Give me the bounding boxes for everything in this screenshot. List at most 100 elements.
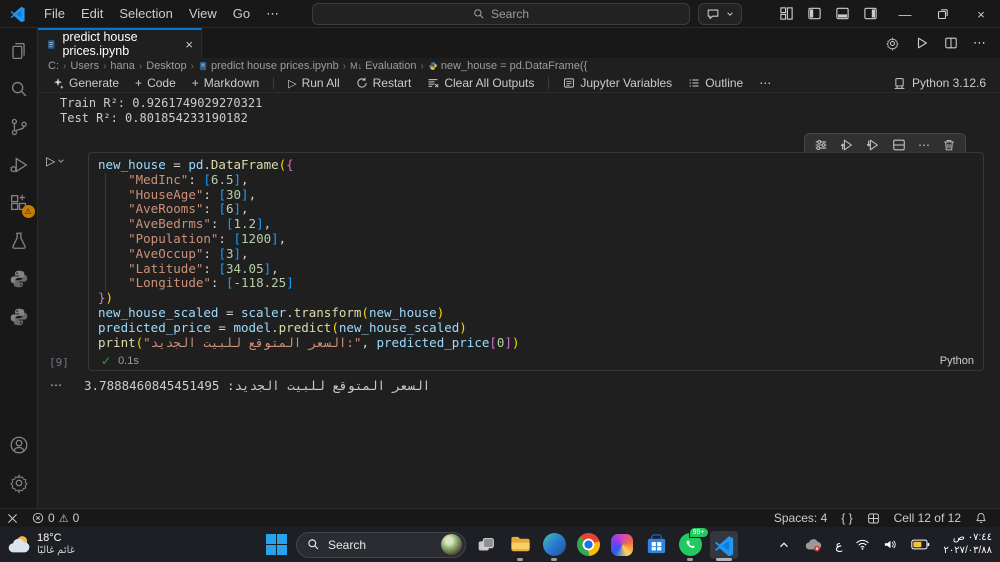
testing-icon[interactable]: [0, 222, 38, 260]
menu-more[interactable]: ⋯: [258, 3, 287, 25]
code-line[interactable]: "HouseAge": [30],: [98, 188, 983, 203]
cell-more-actions-icon[interactable]: ⋯: [918, 140, 930, 150]
cell-options-icon[interactable]: [814, 138, 828, 152]
output-options-icon[interactable]: ⋯: [50, 378, 62, 392]
menu-view[interactable]: View: [181, 3, 225, 24]
code-line[interactable]: "MedInc": [6.5],: [98, 173, 983, 188]
language-braces-indicator[interactable]: { }: [834, 509, 859, 527]
run-editor-icon[interactable]: [915, 36, 929, 50]
python-extension-icon[interactable]: [0, 260, 38, 298]
code-line[interactable]: "AveBedrms": [1.2],: [98, 217, 983, 232]
minimize-button[interactable]: —: [886, 0, 924, 28]
add-code-button[interactable]: + Code: [129, 74, 182, 92]
menu-go[interactable]: Go: [225, 3, 258, 24]
run-debug-icon[interactable]: [0, 146, 38, 184]
volume-icon[interactable]: [883, 538, 898, 551]
problems-indicator[interactable]: 0 ⚠ 0: [25, 509, 86, 527]
crumb-drive[interactable]: C:: [48, 60, 59, 72]
crumb-hana[interactable]: hana: [110, 60, 134, 72]
taskbar-search[interactable]: Search: [296, 532, 466, 558]
menu-selection[interactable]: Selection: [111, 3, 180, 24]
code-line[interactable]: new_house = pd.DataFrame({: [98, 158, 983, 173]
input-language-indicator[interactable]: ع: [835, 538, 842, 552]
outline-button[interactable]: Outline: [682, 74, 749, 92]
editor-more-actions-icon[interactable]: ⋯: [973, 35, 986, 51]
code-line[interactable]: predicted_price = model.predict(new_hous…: [98, 321, 983, 336]
close-button[interactable]: ×: [962, 0, 1000, 28]
weather-cloud-sun-icon: [6, 532, 32, 558]
copilot-button[interactable]: [698, 3, 742, 25]
tab-predict-house-prices[interactable]: predict house prices.ipynb ×: [38, 28, 202, 58]
task-view-button[interactable]: [472, 531, 500, 559]
run-cell-button[interactable]: ▷: [46, 154, 65, 168]
file-explorer-button[interactable]: [506, 531, 534, 559]
python-environments-icon[interactable]: [0, 298, 38, 336]
toggle-secondary-sidebar-icon[interactable]: [863, 6, 878, 21]
source-control-icon[interactable]: [0, 108, 38, 146]
kernel-picker[interactable]: Python 3.12.6: [893, 76, 1000, 90]
notebook-settings-icon[interactable]: [885, 36, 900, 51]
code-line[interactable]: "Longitude": [-118.25]: [98, 276, 983, 291]
code-cell[interactable]: new_house = pd.DataFrame({ "MedInc": [6.…: [88, 152, 984, 371]
tray-clock[interactable]: ٠٧:٤٤ ص ٢٠٢٧/٠٣/٨٨: [943, 532, 992, 557]
customize-layout-icon[interactable]: [779, 6, 794, 21]
toolbar-more-button[interactable]: ⋯: [753, 74, 777, 92]
indentation-indicator[interactable]: Spaces: 4: [767, 509, 834, 527]
cell-language-picker[interactable]: Python: [940, 355, 974, 367]
whatsapp-button[interactable]: 99+: [676, 531, 704, 559]
notebook-layout-button[interactable]: [860, 509, 887, 527]
notifications-button[interactable]: [968, 509, 994, 527]
onedrive-tray-icon[interactable]: [804, 537, 822, 553]
code-line[interactable]: }): [98, 291, 983, 306]
split-editor-icon[interactable]: [944, 36, 958, 50]
search-sidebar-icon[interactable]: [0, 70, 38, 108]
crumb-evaluation[interactable]: Evaluation: [365, 60, 416, 72]
add-markdown-button[interactable]: + Markdown: [186, 74, 265, 92]
tray-chevron-up-icon[interactable]: [777, 538, 791, 552]
cell-position-indicator[interactable]: Cell 12 of 12: [887, 509, 968, 527]
menu-file[interactable]: File: [36, 3, 73, 24]
remote-indicator[interactable]: [0, 509, 25, 527]
crumb-cell-code[interactable]: new_house = pd.DataFrame({: [441, 60, 587, 72]
run-above-icon[interactable]: [840, 138, 854, 152]
start-button[interactable]: [262, 531, 290, 559]
bell-icon: [975, 512, 987, 524]
weather-widget[interactable]: 18°C غائم غالبًا: [6, 529, 75, 560]
run-options-chevron-icon[interactable]: [57, 157, 65, 165]
extensions-icon[interactable]: ⚠: [0, 184, 38, 222]
tab-close-icon[interactable]: ×: [185, 37, 193, 52]
command-center-search[interactable]: Search: [312, 3, 690, 25]
clear-all-outputs-button[interactable]: Clear All Outputs: [421, 74, 540, 92]
vscode-taskbar-button[interactable]: [710, 531, 738, 559]
accounts-icon[interactable]: [0, 426, 38, 464]
generate-button[interactable]: Generate: [46, 74, 125, 92]
toggle-panel-icon[interactable]: [835, 6, 850, 21]
code-line[interactable]: "AveOccup": [3],: [98, 247, 983, 262]
split-cell-icon[interactable]: [892, 138, 906, 152]
restore-button[interactable]: [924, 0, 962, 28]
battery-icon[interactable]: [911, 538, 930, 551]
explorer-icon[interactable]: [0, 32, 38, 70]
code-line[interactable]: "Population": [1200],: [98, 232, 983, 247]
menu-edit[interactable]: Edit: [73, 3, 111, 24]
crumb-users[interactable]: Users: [70, 60, 99, 72]
code-area[interactable]: new_house = pd.DataFrame({ "MedInc": [6.…: [98, 158, 983, 350]
crumb-desktop[interactable]: Desktop: [146, 60, 186, 72]
restart-button[interactable]: Restart: [350, 74, 418, 92]
chrome-button[interactable]: [574, 531, 602, 559]
copilot-button-taskbar[interactable]: [608, 531, 636, 559]
code-line[interactable]: new_house_scaled = scaler.transform(new_…: [98, 306, 983, 321]
delete-cell-icon[interactable]: [942, 138, 956, 152]
code-line[interactable]: "AveRooms": [6],: [98, 202, 983, 217]
jupyter-variables-button[interactable]: Jupyter Variables: [557, 74, 678, 92]
wifi-icon[interactable]: [855, 538, 870, 551]
settings-gear-icon[interactable]: [0, 464, 38, 502]
run-below-icon[interactable]: [866, 138, 880, 152]
edge-button[interactable]: [540, 531, 568, 559]
run-all-button[interactable]: ▷ Run All: [282, 74, 346, 92]
code-line[interactable]: print("السعر المتوقع للبيت الجديد:", pre…: [98, 336, 983, 351]
microsoft-store-button[interactable]: [642, 531, 670, 559]
toggle-sidebar-icon[interactable]: [807, 6, 822, 21]
crumb-file[interactable]: predict house prices.ipynb: [211, 60, 339, 72]
code-line[interactable]: "Latitude": [34.05],: [98, 262, 983, 277]
